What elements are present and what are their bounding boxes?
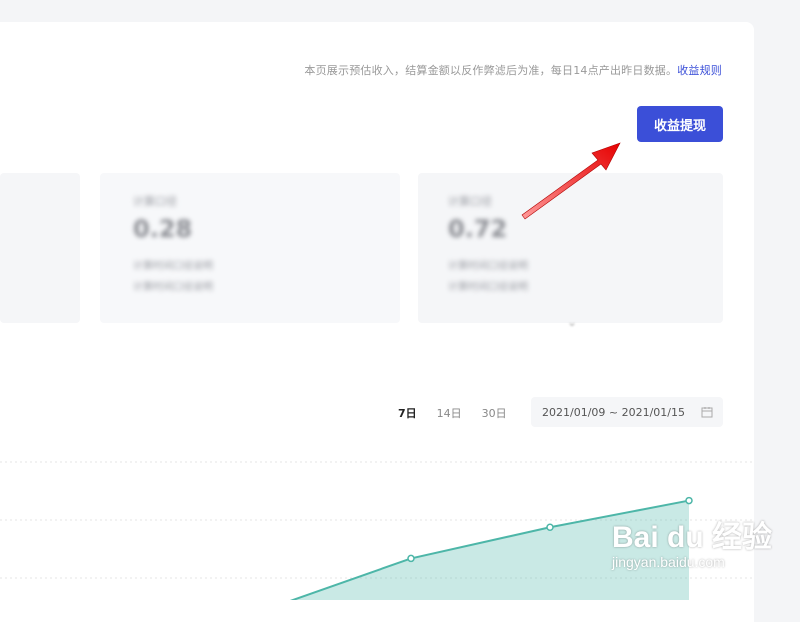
date-range-picker[interactable]: 2021/01/09 ~ 2021/01/15 [531,397,723,427]
tab-7-days[interactable]: 7日 [398,405,417,421]
card-1-value: 0.28 [133,215,193,243]
card-2-line1: 计算时间口径说明 [448,261,528,272]
revenue-notice: 本页展示预估收入，结算金额以反作弊滤后为准，每日14点产出昨日数据。收益规则 [304,62,722,78]
tab-30-days[interactable]: 30日 [482,405,507,421]
card-1-title: 计算口径 [133,195,177,208]
withdraw-button[interactable]: 收益提现 [637,106,723,142]
chart-point[interactable] [685,496,693,505]
range-tabs: 7日 14日 30日 [398,405,527,421]
baidu-watermark: Bai du 经验 jingyan.baidu.com [612,512,772,570]
card-2-content: 计算口径 0.72 计算时间口径说明 计算时间口径说明 [448,193,528,293]
card-1-line1: 计算时间口径说明 [133,261,213,272]
card-1-content: 计算口径 0.28 计算时间口径说明 计算时间口径说明 [133,193,213,293]
revenue-rules-link[interactable]: 收益规则 [677,64,722,77]
card-1-line2: 计算时间口径说明 [133,282,213,293]
chart-point[interactable] [407,554,415,563]
watermark-url: jingyan.baidu.com [612,554,725,570]
watermark-brand: Bai du 经验 [612,521,773,554]
notice-text: 本页展示预估收入，结算金额以反作弊滤后为准，每日14点产出昨日数据。 [304,64,678,77]
summary-card-partial [0,173,80,323]
summary-card-1: 计算口径 0.28 计算时间口径说明 计算时间口径说明 [100,173,400,323]
card-2-value: 0.72 [448,215,508,243]
chevron-down-icon[interactable]: ⌄ [567,315,581,329]
summary-card-2: 计算口径 0.72 计算时间口径说明 计算时间口径说明 [418,173,723,323]
date-range-text: 2021/01/09 ~ 2021/01/15 [542,405,686,419]
calendar-icon [701,407,713,418]
summary-cards: 计算口径 0.28 计算时间口径说明 计算时间口径说明 计算口径 0.72 计算… [0,173,723,323]
tab-14-days[interactable]: 14日 [437,405,462,421]
card-2-title: 计算口径 [448,195,492,208]
chart-point[interactable] [546,523,554,532]
card-2-line2: 计算时间口径说明 [448,282,528,293]
